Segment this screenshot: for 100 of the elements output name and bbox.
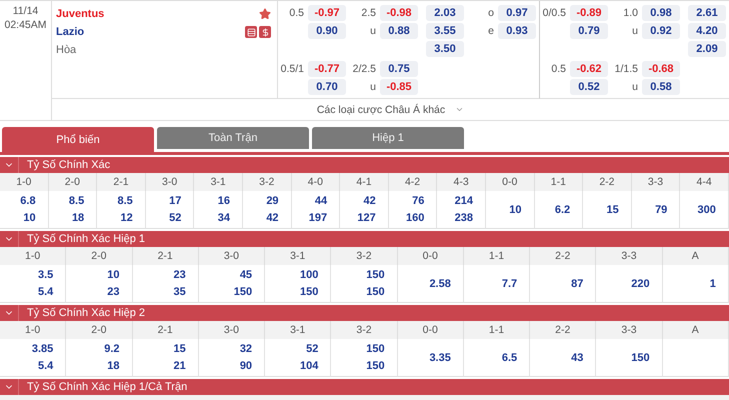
score-odds[interactable]: 16 bbox=[218, 195, 230, 207]
odds-price[interactable]: 2.09 bbox=[688, 41, 726, 57]
score-odds[interactable]: 150 bbox=[366, 360, 385, 372]
section-header[interactable]: Tỷ Số Chính Xác bbox=[0, 157, 729, 173]
score-odds[interactable]: 23 bbox=[174, 269, 186, 281]
score-header: 2-1 bbox=[132, 247, 199, 265]
score-odds[interactable]: 160 bbox=[406, 212, 424, 224]
score-odds[interactable]: 15 bbox=[606, 204, 619, 216]
section-header[interactable]: Tỷ Số Chính Xác Hiệp 1 bbox=[0, 231, 729, 247]
section-header[interactable]: Tỷ Số Chính Xác Hiệp 1/Cả Trận bbox=[0, 379, 729, 395]
score-odds[interactable]: 15 bbox=[174, 343, 186, 355]
odds-price[interactable]: 0.92 bbox=[642, 23, 680, 39]
score-odds[interactable]: 87 bbox=[571, 278, 584, 290]
score-odds[interactable]: 6.8 bbox=[20, 195, 36, 207]
odds-price[interactable]: -0.62 bbox=[570, 61, 608, 77]
score-odds[interactable]: 45 bbox=[240, 269, 252, 281]
odds-price[interactable]: 0.98 bbox=[642, 5, 680, 21]
score-odds[interactable]: 238 bbox=[454, 212, 473, 224]
score-odds[interactable]: 9.2 bbox=[104, 343, 120, 355]
score-odds[interactable]: 79 bbox=[655, 204, 668, 216]
score-odds[interactable]: 150 bbox=[234, 286, 252, 298]
score-odds[interactable]: 3.35 bbox=[429, 352, 451, 364]
score-odds[interactable]: 76 bbox=[412, 195, 424, 207]
odds-price[interactable]: 3.50 bbox=[426, 41, 464, 57]
score-odds[interactable]: 1 bbox=[710, 278, 716, 290]
odds-price[interactable]: -0.77 bbox=[308, 61, 346, 77]
star-icon[interactable] bbox=[259, 8, 271, 20]
line-label: 2.5 bbox=[360, 7, 376, 19]
score-odds[interactable]: 3.85 bbox=[32, 343, 54, 355]
score-odds[interactable]: 17 bbox=[169, 195, 182, 207]
score-odds[interactable]: 44 bbox=[314, 195, 328, 207]
score-odds[interactable]: 214 bbox=[454, 195, 473, 207]
score-odds[interactable]: 150 bbox=[300, 286, 318, 298]
odds-price[interactable]: -0.97 bbox=[308, 5, 346, 21]
odds-price[interactable]: 0.70 bbox=[308, 79, 346, 95]
score-odds[interactable]: 150 bbox=[366, 343, 385, 355]
list-icon[interactable] bbox=[245, 26, 257, 38]
score-odds[interactable]: 43 bbox=[571, 352, 584, 364]
odds-price[interactable]: 2.61 bbox=[688, 5, 726, 21]
score-odds[interactable]: 2.58 bbox=[429, 278, 451, 290]
score-header: A bbox=[662, 247, 729, 265]
odds-price[interactable]: 0.79 bbox=[570, 23, 608, 39]
score-odds[interactable]: 8.5 bbox=[117, 195, 133, 207]
score-odds[interactable]: 5.4 bbox=[38, 286, 54, 298]
score-odds[interactable]: 10 bbox=[23, 212, 36, 224]
score-odds[interactable]: 220 bbox=[631, 278, 650, 290]
score-odds[interactable]: 10 bbox=[509, 204, 522, 216]
odds-price[interactable]: 0.90 bbox=[308, 23, 346, 39]
score-odds[interactable]: 12 bbox=[120, 212, 133, 224]
score-odds[interactable]: 34 bbox=[218, 212, 230, 224]
score-odds[interactable]: 42 bbox=[364, 195, 376, 207]
score-odds[interactable]: 300 bbox=[698, 204, 716, 216]
score-odds[interactable]: 52 bbox=[169, 212, 182, 224]
score-odds[interactable]: 150 bbox=[366, 269, 385, 281]
line-label: 1.0 bbox=[622, 7, 638, 19]
score-odds[interactable]: 127 bbox=[357, 212, 376, 224]
score-odds[interactable]: 6.2 bbox=[554, 204, 570, 216]
tab[interactable]: Hiệp 1 bbox=[312, 127, 464, 149]
odds-price[interactable]: -0.98 bbox=[380, 5, 418, 21]
score-odds[interactable]: 18 bbox=[72, 212, 84, 224]
away-team[interactable]: Lazio bbox=[56, 26, 84, 38]
odds-price[interactable]: 0.97 bbox=[498, 5, 536, 21]
odds-price[interactable]: 4.20 bbox=[688, 23, 726, 39]
score-odds[interactable]: 6.5 bbox=[502, 352, 518, 364]
score-odds[interactable]: 42 bbox=[266, 212, 279, 224]
score-odds[interactable]: 197 bbox=[308, 212, 328, 224]
section-header[interactable]: Tỷ Số Chính Xác Hiệp 2 bbox=[0, 305, 729, 321]
score-odds[interactable]: 7.7 bbox=[502, 278, 518, 290]
more-odds-link[interactable]: Các loại cược Châu Á khác bbox=[316, 104, 464, 116]
odds-price[interactable]: 2.03 bbox=[426, 5, 464, 21]
score-odds[interactable]: 23 bbox=[107, 286, 120, 298]
score-odds[interactable]: 3.5 bbox=[38, 269, 54, 281]
score-odds[interactable]: 29 bbox=[266, 195, 279, 207]
home-team[interactable]: Juventus bbox=[56, 8, 104, 20]
score-header: 4-0 bbox=[292, 173, 340, 191]
dollar-icon[interactable] bbox=[259, 26, 271, 38]
score-odds[interactable]: 52 bbox=[306, 343, 318, 355]
tab[interactable]: Toàn Trận bbox=[157, 127, 309, 149]
odds-price[interactable]: 0.75 bbox=[380, 61, 418, 77]
score-odds[interactable]: 100 bbox=[300, 269, 318, 281]
score-odds[interactable]: 21 bbox=[174, 360, 186, 372]
odds-price[interactable]: 3.55 bbox=[426, 23, 464, 39]
score-odds[interactable]: 32 bbox=[240, 343, 252, 355]
score-odds[interactable]: 90 bbox=[240, 360, 252, 372]
odds-price[interactable]: -0.89 bbox=[570, 5, 608, 21]
score-odds[interactable]: 35 bbox=[174, 286, 186, 298]
odds-price[interactable]: -0.68 bbox=[642, 61, 680, 77]
tab[interactable]: Phổ biến bbox=[2, 127, 154, 152]
score-odds[interactable]: 104 bbox=[300, 360, 318, 372]
odds-price[interactable]: 0.93 bbox=[498, 23, 536, 39]
odds-price[interactable]: 0.88 bbox=[380, 23, 418, 39]
odds-price[interactable]: 0.58 bbox=[642, 79, 680, 95]
score-odds[interactable]: 5.4 bbox=[38, 360, 54, 372]
odds-price[interactable]: -0.85 bbox=[380, 79, 418, 95]
odds-price[interactable]: 0.52 bbox=[570, 79, 608, 95]
score-odds[interactable]: 10 bbox=[107, 269, 120, 281]
score-odds[interactable]: 150 bbox=[366, 286, 385, 298]
score-odds[interactable]: 150 bbox=[631, 352, 650, 364]
score-odds[interactable]: 18 bbox=[107, 360, 120, 372]
score-odds[interactable]: 8.5 bbox=[68, 195, 84, 207]
